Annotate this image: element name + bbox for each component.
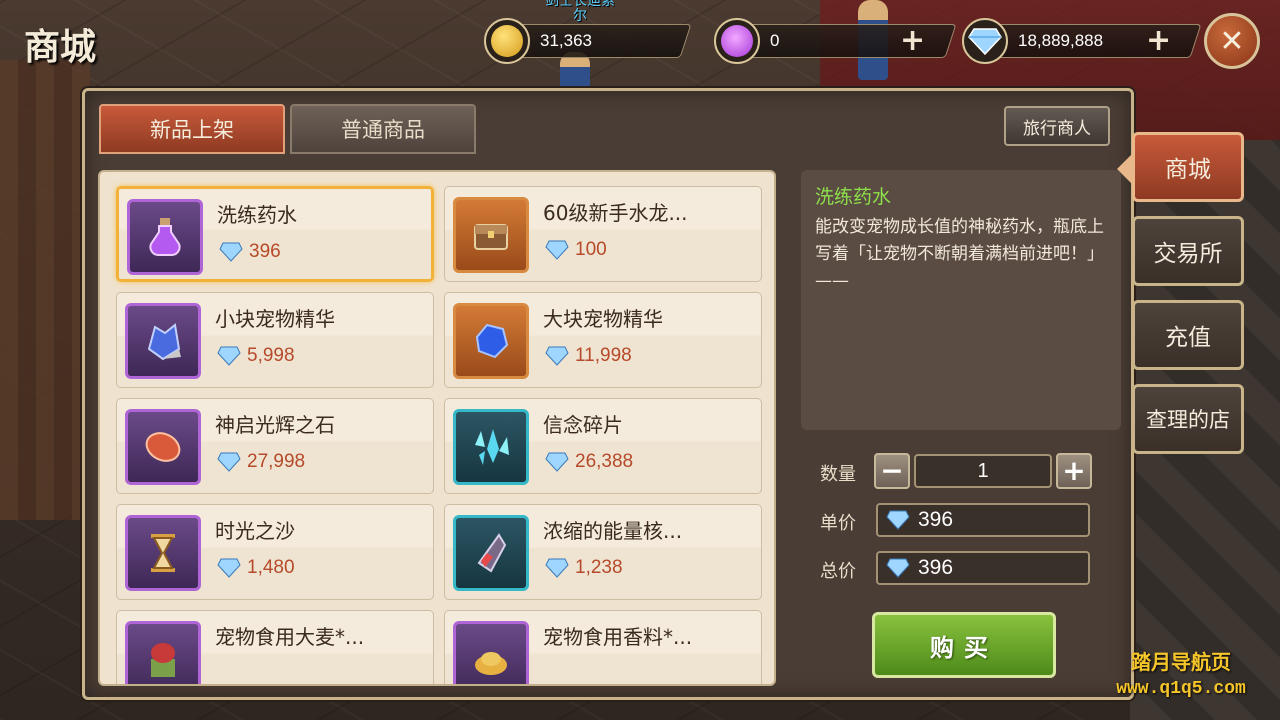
tab-new-arrivals[interactable]: 新品上架 (99, 104, 285, 154)
item-price: 27,998 (217, 451, 305, 473)
item-price: 100 (545, 239, 607, 261)
list-item[interactable]: 信念碎片 26,388 (444, 398, 762, 494)
item-detail-panel: 洗练药水 能改变宠物成长值的神秘药水，瓶底上写着「让宠物不断朝着满档前进吧！」—… (801, 170, 1121, 430)
item-name: 宠物食用大麦*... (215, 625, 365, 649)
side-tab-shop[interactable]: 商城 (1117, 132, 1244, 202)
spice-icon (453, 621, 529, 684)
diamond-icon (545, 558, 569, 578)
energy-core-icon (453, 515, 529, 591)
total-price-label: 总价 (820, 561, 856, 582)
diamond-icon (219, 242, 243, 262)
list-item[interactable]: 宠物食用大麦*... (116, 610, 434, 684)
list-item[interactable]: 大块宠物精华 11,998 (444, 292, 762, 388)
diamond-icon (217, 452, 241, 472)
diamond-icon (217, 346, 241, 366)
item-name: 60级新手水龙... (543, 201, 688, 225)
side-tab-recharge[interactable]: 充值 (1132, 300, 1244, 370)
list-item[interactable]: 神启光辉之石 27,998 (116, 398, 434, 494)
item-name: 大块宠物精华 (543, 307, 663, 331)
diamond-value: 18,889,888 (1018, 31, 1104, 50)
wooden-floor (0, 60, 90, 520)
add-crystal-button[interactable]: + (900, 26, 925, 56)
barley-icon (125, 621, 201, 684)
watermark: 踏月导航页 www.q1q5.com (1096, 646, 1266, 699)
item-name: 时光之沙 (215, 519, 295, 543)
list-item[interactable]: 时光之沙 1,480 (116, 504, 434, 600)
item-price: 11,998 (545, 345, 632, 367)
diamond-icon (545, 452, 569, 472)
list-item[interactable]: 小块宠物精华 5,998 (116, 292, 434, 388)
hourglass-icon (125, 515, 201, 591)
detail-description: 能改变宠物成长值的神秘药水，瓶底上写着「让宠物不断朝着满档前进吧！」—— (815, 217, 1104, 291)
page-title: 商城 (24, 27, 97, 68)
item-price: 1,480 (217, 557, 295, 579)
diamond-currency: 18,889,888 + (962, 18, 1202, 64)
item-name: 小块宠物精华 (215, 307, 335, 331)
diamond-icon (545, 346, 569, 366)
list-item[interactable]: 洗练药水 396 (116, 186, 434, 282)
side-tab-charlie-shop[interactable]: 查理的店 (1132, 384, 1244, 454)
watermark-line2: www.q1q5.com (1116, 679, 1246, 699)
total-price-field: 396 (876, 551, 1090, 585)
item-name: 宠物食用香料*... (543, 625, 693, 649)
diamond-icon (962, 18, 1008, 64)
diamond-icon (217, 558, 241, 578)
item-price: 5,998 (217, 345, 295, 367)
add-diamond-button[interactable]: + (1146, 26, 1171, 56)
crystal-currency: 0 + (714, 18, 957, 64)
purple-crystal-icon (714, 18, 760, 64)
tab-regular-items[interactable]: 普通商品 (290, 104, 476, 154)
item-price: 396 (219, 241, 281, 263)
item-name: 神启光辉之石 (215, 413, 335, 437)
close-button[interactable]: ✕ (1204, 13, 1260, 69)
gold-coin-icon (484, 18, 530, 64)
quantity-label: 数量 (820, 464, 856, 485)
watermark-line1: 踏月导航页 (1131, 650, 1231, 674)
item-name: 浓缩的能量核... (543, 519, 683, 543)
quantity-decrease-button[interactable]: − (874, 453, 910, 489)
item-price: 26,388 (545, 451, 633, 473)
item-name: 信念碎片 (543, 413, 623, 437)
item-price: 1,238 (545, 557, 623, 579)
list-item[interactable]: 60级新手水龙... 100 (444, 186, 762, 282)
chest-icon (453, 197, 529, 273)
quantity-increase-button[interactable]: + (1056, 453, 1092, 489)
diamond-icon (886, 558, 910, 578)
active-arrow-icon (1117, 153, 1133, 185)
shard-icon (453, 409, 529, 485)
traveling-merchant-button[interactable]: 旅行商人 (1004, 106, 1110, 146)
item-list[interactable]: 洗练药水 396 60级新手水龙... 100 小块宠物精华 5,998 大块宠… (98, 170, 776, 686)
sapphire-icon (453, 303, 529, 379)
red-stone-icon (125, 409, 201, 485)
unit-price-field: 396 (876, 503, 1090, 537)
buy-button[interactable]: 购买 (872, 612, 1056, 678)
detail-title: 洗练药水 (815, 186, 892, 208)
potion-icon (127, 199, 203, 275)
crystal-cluster-icon (125, 303, 201, 379)
side-tab-exchange[interactable]: 交易所 (1132, 216, 1244, 286)
list-item[interactable]: 浓缩的能量核... 1,238 (444, 504, 762, 600)
quantity-field[interactable]: 1 (914, 454, 1052, 488)
list-item[interactable]: 宠物食用香料*... (444, 610, 762, 684)
diamond-icon (545, 240, 569, 260)
gold-currency: 31,363 (484, 18, 694, 64)
crystal-value: 0 (770, 31, 780, 50)
item-name: 洗练药水 (217, 203, 297, 227)
gold-value: 31,363 (540, 31, 592, 50)
unit-price-label: 单价 (820, 513, 856, 534)
diamond-icon (886, 510, 910, 530)
